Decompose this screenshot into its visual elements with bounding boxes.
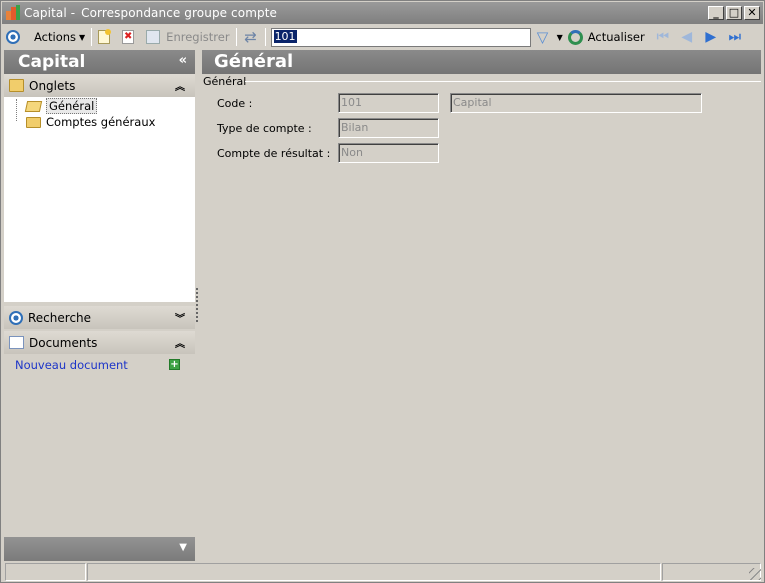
previous-record-icon[interactable]: ◀ bbox=[678, 28, 696, 46]
tabs-section-label: Onglets bbox=[29, 78, 76, 93]
result-account-label: Compte de résultat : bbox=[217, 147, 331, 160]
actions-menu-button[interactable]: Actions ▼ bbox=[2, 26, 88, 48]
first-record-icon[interactable]: ⏮ bbox=[654, 28, 672, 46]
refresh-icon bbox=[567, 29, 583, 45]
document-icon bbox=[9, 336, 24, 349]
add-document-icon[interactable]: + bbox=[169, 359, 180, 370]
tree-item-general[interactable]: Général bbox=[24, 98, 98, 114]
window-title: Capital - Correspondance groupe compte bbox=[24, 6, 277, 20]
status-cell bbox=[87, 563, 661, 581]
refresh-label: Actualiser bbox=[587, 30, 645, 44]
toolbar-separator bbox=[235, 28, 237, 46]
search-input-value: 101 bbox=[273, 29, 297, 43]
maximize-button[interactable]: □ bbox=[726, 6, 742, 20]
save-button[interactable]: Enregistrer bbox=[143, 26, 232, 48]
minimize-button[interactable]: _ bbox=[708, 6, 724, 20]
filter-icon[interactable]: ▽ bbox=[535, 29, 551, 45]
sidebar-bottom-bar: ▼ bbox=[4, 537, 195, 561]
documents-section-label: Documents bbox=[29, 335, 98, 350]
expand-down-icon[interactable]: ︾ bbox=[175, 310, 185, 325]
search-section-label: Recherche bbox=[28, 310, 92, 325]
resize-grip-icon[interactable] bbox=[749, 568, 761, 580]
page-title: Général bbox=[202, 50, 761, 74]
collapse-sidebar-button[interactable]: « bbox=[179, 50, 187, 72]
folder-icon bbox=[26, 116, 41, 128]
result-account-field[interactable]: Non bbox=[338, 143, 439, 163]
sidebar: Capital « Onglets ︽ Général Comptes géné… bbox=[4, 50, 195, 561]
delete-icon: ✖ bbox=[122, 30, 135, 44]
open-folder-icon bbox=[24, 100, 43, 112]
account-name-field[interactable]: Capital bbox=[450, 93, 702, 113]
close-button[interactable]: ✕ bbox=[744, 6, 760, 20]
tree-item-label: Général bbox=[46, 98, 98, 114]
collapse-up-icon[interactable]: ︽ bbox=[175, 335, 185, 350]
app-window: Capital - Correspondance groupe compte _… bbox=[0, 0, 765, 583]
new-document-icon bbox=[98, 29, 112, 44]
vertical-splitter-grip[interactable] bbox=[196, 288, 199, 322]
status-bar bbox=[2, 562, 763, 582]
new-record-button[interactable] bbox=[95, 26, 113, 48]
actions-label: Actions bbox=[34, 30, 77, 44]
tabs-tree: Général Comptes généraux bbox=[4, 97, 195, 349]
last-record-icon[interactable]: ⏭ bbox=[726, 28, 744, 46]
search-section-icon bbox=[9, 310, 23, 325]
search-input[interactable]: 101 bbox=[270, 27, 531, 47]
next-record-icon[interactable]: ▶ bbox=[702, 28, 720, 46]
documents-section-bar[interactable]: Documents ︽ bbox=[4, 331, 195, 354]
refresh-button[interactable]: Actualiser bbox=[565, 26, 648, 48]
group-divider bbox=[245, 81, 761, 82]
folder-icon bbox=[9, 79, 24, 92]
new-document-link[interactable]: Nouveau document bbox=[15, 358, 128, 372]
status-cell bbox=[662, 563, 761, 581]
window-controls: _ □ ✕ bbox=[708, 6, 760, 20]
tree-item-label: Comptes généraux bbox=[46, 115, 156, 129]
chevron-down-icon: ▼ bbox=[79, 32, 86, 42]
group-title: Général bbox=[203, 75, 247, 88]
status-cell bbox=[5, 563, 86, 581]
save-label: Enregistrer bbox=[166, 30, 230, 44]
delete-button[interactable]: ✖ bbox=[119, 26, 137, 48]
sync-icon: ⇄ bbox=[244, 28, 257, 46]
code-field[interactable]: 101 bbox=[338, 93, 439, 113]
code-label: Code : bbox=[217, 97, 253, 110]
actions-icon bbox=[6, 30, 20, 44]
app-logo-icon bbox=[5, 5, 21, 21]
window-form-name: Correspondance groupe compte bbox=[81, 6, 277, 20]
toolbar-separator bbox=[91, 28, 93, 46]
toolbar: Actions ▼ ✖ Enregistrer ⇄ 101 ▽ ▼ Actual… bbox=[2, 25, 763, 49]
sidebar-title: Capital bbox=[18, 52, 86, 72]
filter-dropdown-chevron-icon[interactable]: ▼ bbox=[557, 33, 563, 42]
save-icon bbox=[146, 30, 161, 44]
sidebar-header: Capital « bbox=[4, 50, 195, 74]
sync-button[interactable]: ⇄ bbox=[240, 26, 262, 48]
tabs-section-bar[interactable]: Onglets ︽ bbox=[4, 74, 195, 97]
title-bar: Capital - Correspondance groupe compte _… bbox=[2, 2, 763, 24]
collapse-up-icon[interactable]: ︽ bbox=[175, 78, 185, 93]
search-section-bar[interactable]: Recherche ︾ bbox=[4, 306, 195, 329]
account-type-field[interactable]: Bilan bbox=[338, 118, 439, 138]
tree-item-comptes-generaux[interactable]: Comptes généraux bbox=[26, 115, 155, 129]
window-record-name: Capital - bbox=[24, 6, 76, 20]
account-type-label: Type de compte : bbox=[217, 122, 312, 135]
chevron-down-icon[interactable]: ▼ bbox=[179, 542, 187, 553]
toolbar-separator bbox=[264, 28, 266, 46]
